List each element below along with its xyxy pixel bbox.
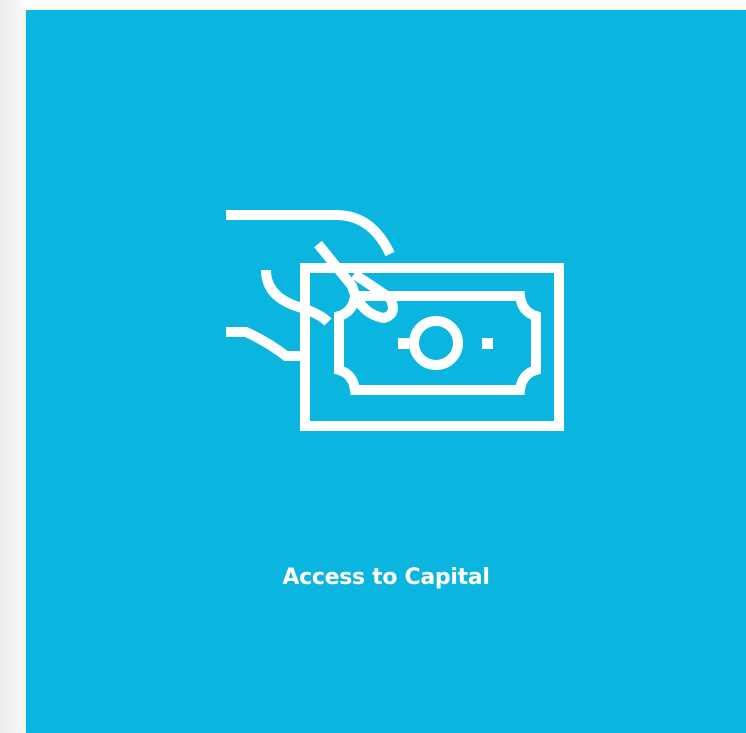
hand-giving-money-icon: [224, 210, 564, 432]
banknote-left-dot: [398, 338, 409, 349]
banknote-center-circle: [409, 316, 463, 370]
hand-arm-top: [226, 210, 395, 257]
hand-palm-curve: [261, 269, 332, 326]
card-title: Access to Capital: [282, 565, 490, 590]
page: Access to Capital: [0, 0, 746, 733]
access-to-capital-card[interactable]: Access to Capital: [26, 10, 746, 733]
hand-wrist-bottom: [226, 327, 304, 361]
banknote-right-dot: [482, 338, 493, 349]
